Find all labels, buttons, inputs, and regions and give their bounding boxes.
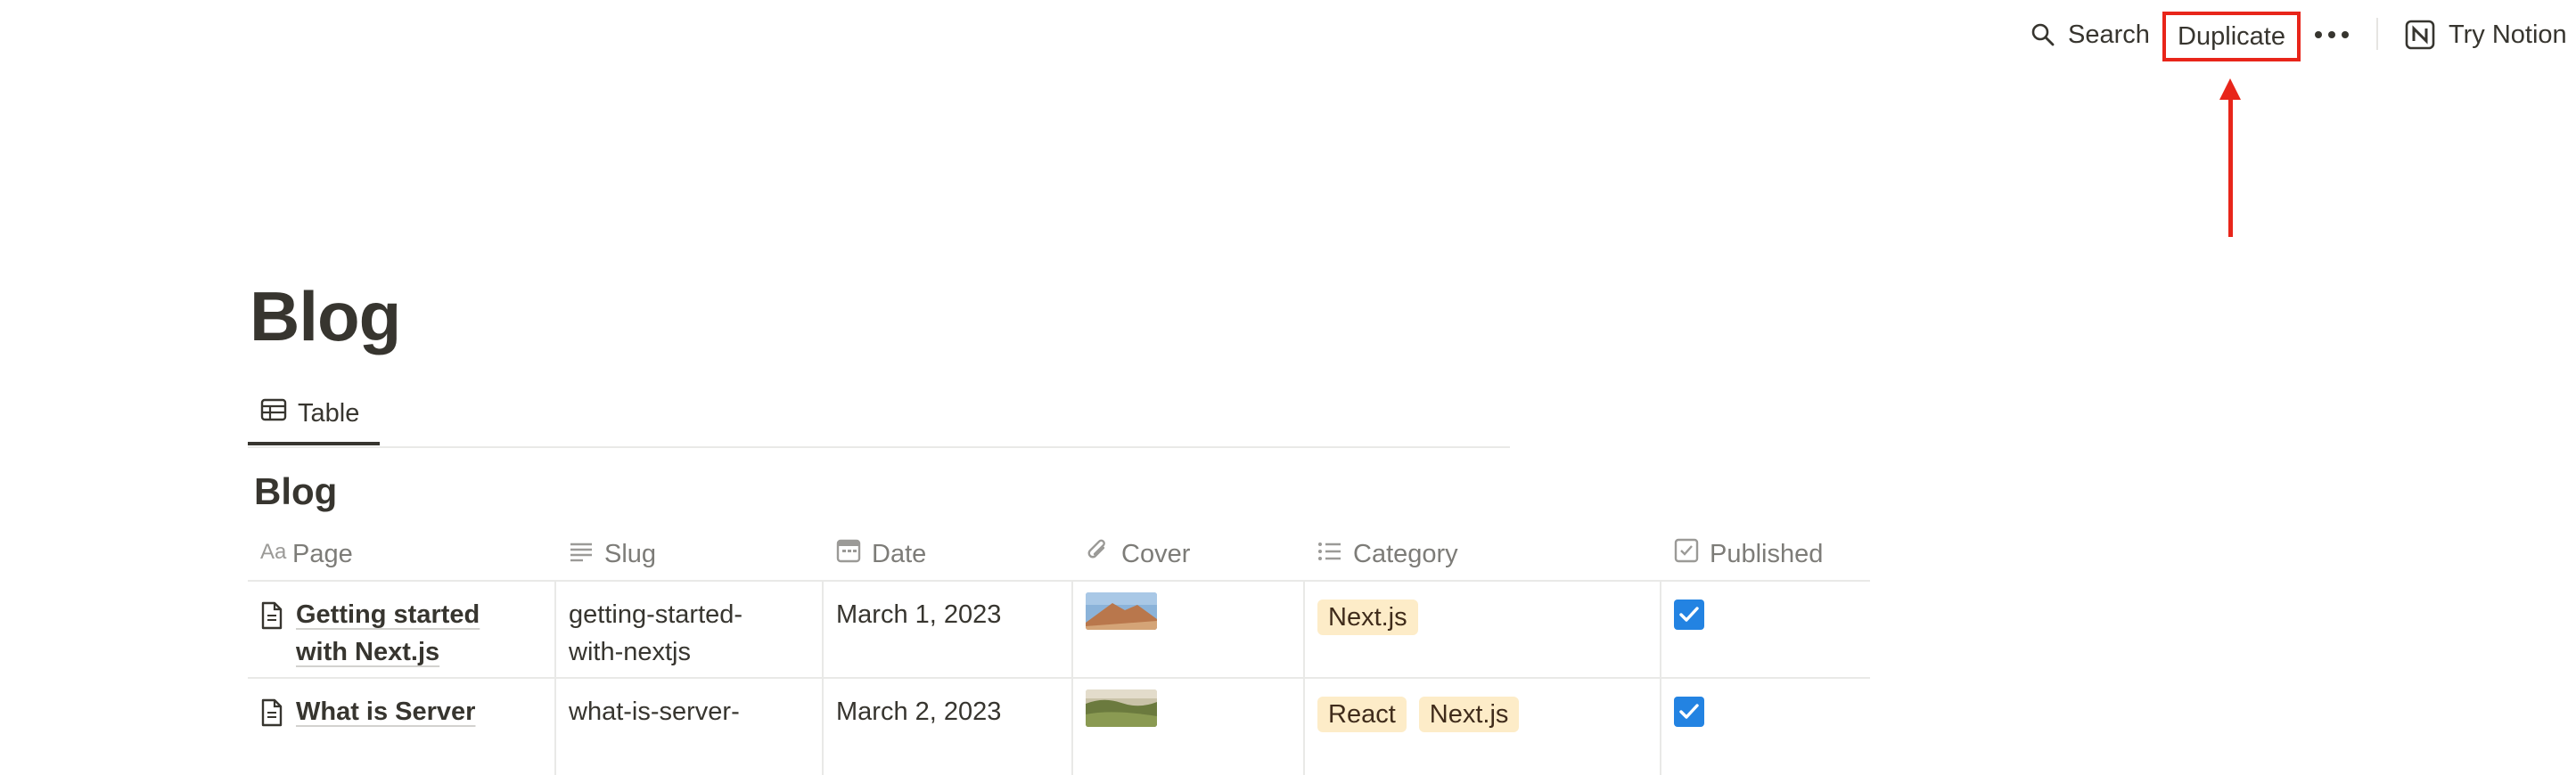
published-cell[interactable] bbox=[1661, 679, 1870, 775]
column-label: Page bbox=[292, 539, 353, 568]
top-bar: Search Duplicate Try Notion bbox=[0, 0, 2576, 71]
checkmark-icon bbox=[1679, 607, 1699, 622]
slug-cell[interactable]: what-is-server- bbox=[556, 679, 824, 775]
column-header-page[interactable]: Aa Page bbox=[248, 527, 556, 581]
search-icon bbox=[2030, 22, 2055, 47]
slug-text: with-nextjs bbox=[569, 638, 691, 666]
annotation-arrow-line bbox=[2228, 96, 2233, 237]
search-button[interactable]: Search bbox=[2030, 14, 2150, 55]
try-notion-label: Try Notion bbox=[2449, 20, 2567, 49]
cover-cell[interactable] bbox=[1073, 582, 1305, 678]
document-icon bbox=[260, 601, 283, 640]
column-label: Date bbox=[872, 539, 927, 568]
category-cell[interactable]: Next.js bbox=[1305, 582, 1661, 678]
column-label: Cover bbox=[1121, 539, 1191, 568]
try-notion-button[interactable]: Try Notion bbox=[2404, 14, 2567, 55]
table-row[interactable]: Getting started with Next.js getting-sta… bbox=[248, 582, 1870, 678]
category-tag[interactable]: Next.js bbox=[1317, 600, 1418, 635]
topbar-divider bbox=[2376, 18, 2378, 50]
page-title-link[interactable]: Getting started bbox=[296, 600, 480, 629]
date-text: March 2, 2023 bbox=[836, 698, 1002, 726]
column-header-cover[interactable]: Cover bbox=[1073, 527, 1305, 581]
slug-cell[interactable]: getting-started- with-nextjs bbox=[556, 582, 824, 678]
page-cell[interactable]: Getting started with Next.js bbox=[248, 582, 556, 678]
landscape-cover-image[interactable] bbox=[1086, 689, 1157, 727]
published-cell[interactable] bbox=[1661, 582, 1870, 678]
column-label: Slug bbox=[604, 539, 657, 568]
tab-table-view[interactable]: Table bbox=[248, 385, 380, 445]
date-cell[interactable]: March 2, 2023 bbox=[824, 679, 1073, 775]
list-icon bbox=[1317, 540, 1342, 569]
page-title: Blog bbox=[250, 277, 401, 355]
column-label: Published bbox=[1710, 539, 1824, 568]
tab-underline-divider bbox=[248, 446, 1510, 448]
checkmark-icon bbox=[1679, 704, 1699, 719]
category-cell[interactable]: React Next.js bbox=[1305, 679, 1661, 775]
checkbox-icon bbox=[1674, 538, 1699, 570]
category-tag[interactable]: React bbox=[1317, 697, 1407, 732]
page-cell[interactable]: What is Server bbox=[248, 679, 556, 775]
published-checkbox[interactable] bbox=[1674, 600, 1704, 630]
paperclip-icon bbox=[1086, 537, 1111, 571]
svg-text:Aa: Aa bbox=[260, 540, 287, 562]
database-title: Blog bbox=[254, 470, 338, 512]
date-text: March 1, 2023 bbox=[836, 600, 1002, 629]
calendar-icon bbox=[836, 538, 861, 570]
table-header: Aa Page Slug Date Cover Category Publish… bbox=[248, 527, 1870, 581]
more-dots-icon bbox=[2314, 30, 2350, 39]
category-tag[interactable]: Next.js bbox=[1418, 697, 1520, 732]
published-checkbox[interactable] bbox=[1674, 697, 1704, 727]
duplicate-button[interactable]: Duplicate bbox=[2162, 12, 2301, 61]
page-title-link[interactable]: What is Server bbox=[296, 698, 475, 726]
column-header-category[interactable]: Category bbox=[1305, 527, 1661, 581]
slug-text: what-is-server- bbox=[569, 698, 740, 726]
document-icon bbox=[260, 698, 283, 738]
search-label: Search bbox=[2068, 20, 2150, 49]
page-title-link[interactable]: with Next.js bbox=[296, 638, 439, 666]
column-header-published[interactable]: Published bbox=[1661, 527, 1870, 581]
text-lines-icon bbox=[569, 540, 594, 569]
title-aa-icon: Aa bbox=[260, 539, 291, 569]
table-icon bbox=[260, 398, 287, 428]
date-cell[interactable]: March 1, 2023 bbox=[824, 582, 1073, 678]
slug-text: getting-started- bbox=[569, 600, 743, 629]
notion-logo-icon bbox=[2404, 19, 2436, 51]
column-label: Category bbox=[1353, 539, 1458, 568]
duplicate-label: Duplicate bbox=[2178, 21, 2285, 51]
table-row[interactable]: What is Server what-is-server- March 2, … bbox=[248, 679, 1870, 775]
tab-table-label: Table bbox=[298, 398, 360, 428]
desert-cover-image[interactable] bbox=[1086, 592, 1157, 630]
more-options-button[interactable] bbox=[2311, 14, 2352, 55]
column-header-slug[interactable]: Slug bbox=[556, 527, 824, 581]
cover-cell[interactable] bbox=[1073, 679, 1305, 775]
column-header-date[interactable]: Date bbox=[824, 527, 1073, 581]
